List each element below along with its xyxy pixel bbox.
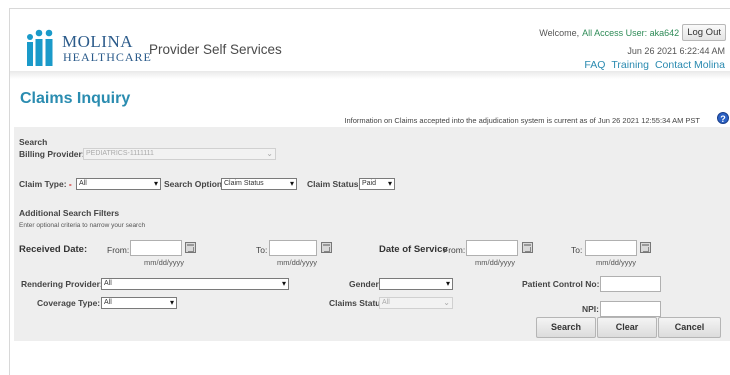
page-title: Claims Inquiry <box>20 90 131 107</box>
molina-logo[interactable]: MOLINA HEALTHCARE <box>24 27 151 67</box>
claim-status-value: Paid <box>362 180 377 187</box>
chevron-down-icon: ⌄ <box>266 149 273 158</box>
header-divider <box>10 71 730 79</box>
chevron-down-icon: ▾ <box>387 179 392 188</box>
calendar-icon[interactable] <box>321 242 332 253</box>
chevron-down-icon: ▾ <box>289 179 294 188</box>
current-datetime: Jun 26 2021 6:22:44 AM <box>627 46 725 56</box>
received-to-format: mm/dd/yyyy <box>277 258 318 267</box>
billing-provider-value: PEDIATRICS-1111111 <box>86 150 154 157</box>
app-header: MOLINA HEALTHCARE Provider Self Services… <box>10 9 730 71</box>
npi-input[interactable] <box>600 301 661 317</box>
cancel-button[interactable]: Cancel <box>658 317 721 338</box>
logo-figures-icon <box>27 29 53 66</box>
search-section-label: Search <box>19 137 48 147</box>
data-currency-info: Information on Claims accepted into the … <box>344 116 700 125</box>
rendering-provider-select[interactable]: All ▾ <box>101 278 289 290</box>
coverage-type-value: All <box>104 299 112 306</box>
gender-label: Gender: <box>349 279 382 289</box>
calendar-icon[interactable] <box>522 242 533 253</box>
logo-text-molina: MOLINA <box>62 32 133 51</box>
coverage-type-label: Coverage Type: <box>37 298 101 308</box>
chevron-down-icon: ▾ <box>445 279 450 288</box>
welcome-user: All Access User: aka642 <box>582 27 680 38</box>
welcome-area: Welcome, All Access User: aka642 Log Out <box>539 24 726 41</box>
question-icon[interactable]: ? <box>717 112 729 124</box>
contact-molina-link[interactable]: Contact Molina <box>655 59 725 71</box>
rendering-provider-value: All <box>104 280 112 287</box>
additional-filters-title: Additional Search Filters <box>19 208 120 218</box>
required-mark: - <box>66 179 72 189</box>
rendering-provider-label: Rendering Provider: <box>21 279 103 289</box>
search-options-select[interactable]: Claim Status ▾ <box>221 178 297 190</box>
top-links: FAQ Training Contact Molina <box>584 59 725 71</box>
received-to-label: To: <box>256 245 268 255</box>
received-from-input[interactable] <box>130 240 182 256</box>
logo-text-healthcare: HEALTHCARE <box>63 50 152 64</box>
claims-status-value: All <box>382 299 390 306</box>
filters-hint: Enter optional criteria to narrow your s… <box>19 222 146 229</box>
received-to-input[interactable] <box>269 240 317 256</box>
chevron-down-icon: ▾ <box>281 279 286 288</box>
service-from-format: mm/dd/yyyy <box>475 258 516 267</box>
service-from-input[interactable] <box>466 240 518 256</box>
chevron-down-icon: ⌄ <box>443 298 450 307</box>
faq-link[interactable]: FAQ <box>584 59 605 71</box>
claim-type-value: All <box>79 180 87 187</box>
billing-provider-label: Billing Provider:* <box>19 149 88 159</box>
received-from-format: mm/dd/yyyy <box>144 258 185 267</box>
patient-control-label: Patient Control No: <box>522 279 600 289</box>
logout-button[interactable]: Log Out <box>682 24 726 41</box>
app-name: Provider Self Services <box>149 42 282 57</box>
received-from-label: From: <box>107 245 130 255</box>
claim-type-select[interactable]: All ▾ <box>76 178 161 190</box>
training-link[interactable]: Training <box>611 59 649 71</box>
date-of-service-label: Date of Service <box>379 244 448 255</box>
claim-status-label: Claim Status: * <box>307 179 367 189</box>
billing-provider-select[interactable]: PEDIATRICS-1111111 ⌄ <box>83 148 276 160</box>
welcome-prefix: Welcome, <box>539 27 580 38</box>
gender-select[interactable]: ▾ <box>379 278 453 290</box>
received-date-label: Received Date: <box>19 244 88 255</box>
search-options-value: Claim Status <box>224 180 264 187</box>
claims-status-select[interactable]: All ⌄ <box>379 297 453 309</box>
service-to-format: mm/dd/yyyy <box>596 258 637 267</box>
claim-type-label: Claim Type: - <box>19 179 72 189</box>
service-to-input[interactable] <box>585 240 637 256</box>
npi-label: NPI: <box>582 304 599 314</box>
chevron-down-icon: ▾ <box>169 298 174 307</box>
clear-button[interactable]: Clear <box>597 317 657 338</box>
service-to-label: To: <box>571 245 583 255</box>
calendar-icon[interactable] <box>185 242 196 253</box>
patient-control-input[interactable] <box>600 276 661 292</box>
claim-status-select[interactable]: Paid ▾ <box>359 178 395 190</box>
calendar-icon[interactable] <box>640 242 651 253</box>
search-button[interactable]: Search <box>536 317 596 338</box>
coverage-type-select[interactable]: All ▾ <box>101 297 177 309</box>
service-from-label: From: <box>443 245 466 255</box>
chevron-down-icon: ▾ <box>153 179 158 188</box>
